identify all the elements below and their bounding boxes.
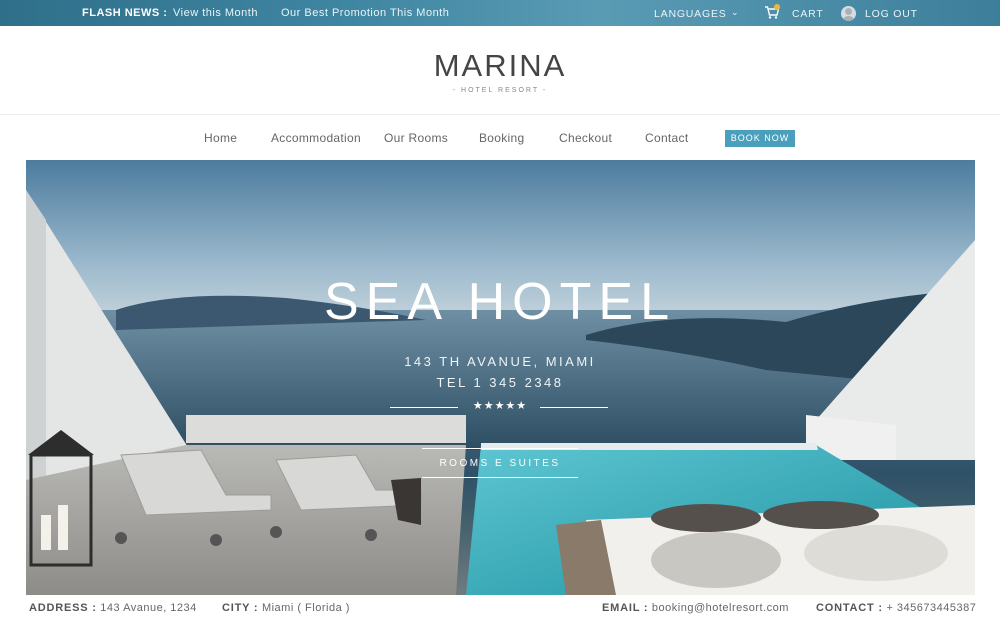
city-label: CITY : <box>222 602 259 614</box>
flash-news-label: FLASH NEWS : <box>82 7 168 19</box>
brand-tagline: - HOTEL RESORT - <box>452 87 548 94</box>
hero-phone: TEL 1 345 2348 <box>436 375 564 390</box>
contact-label: CONTACT : <box>816 602 883 614</box>
hero-title: SEA HOTEL <box>324 273 676 331</box>
hero-banner: SEA HOTEL 143 TH AVANUE, MIAMI TEL 1 345… <box>26 160 975 595</box>
rooms-suites-button[interactable]: ROOMS E SUITES <box>422 448 578 478</box>
nav-booking[interactable]: Booking <box>479 131 524 145</box>
email-info: EMAIL : booking@hotelresort.com <box>602 602 789 614</box>
cart-badge <box>774 4 780 10</box>
email-label: EMAIL : <box>602 602 649 614</box>
view-month-link[interactable]: View this Month <box>173 7 258 19</box>
nav-contact[interactable]: Contact <box>645 131 688 145</box>
address-value: 143 Avanue, 1234 <box>100 602 197 614</box>
hero-address: 143 TH AVANUE, MIAMI <box>404 354 596 369</box>
rating-stars: ★★★★★ <box>472 400 528 412</box>
top-bar: FLASH NEWS : View this Month Our Best Pr… <box>0 0 1000 26</box>
promotion-link[interactable]: Our Best Promotion This Month <box>281 7 449 19</box>
address-info: ADDRESS : 143 Avanue, 1234 <box>29 602 197 614</box>
brand-logo[interactable]: MARINA <box>0 48 1000 84</box>
nav-accommodation[interactable]: Accommodation <box>271 131 361 145</box>
logout-link[interactable]: LOG OUT <box>865 8 918 20</box>
contact-info: CONTACT : + 345673445387 <box>816 602 976 614</box>
nav-our-rooms[interactable]: Our Rooms <box>384 131 448 145</box>
decorative-line-right <box>540 407 608 408</box>
email-value[interactable]: booking@hotelresort.com <box>652 602 789 614</box>
avatar[interactable] <box>841 6 856 21</box>
city-info: CITY : Miami ( Florida ) <box>222 602 350 614</box>
nav-home[interactable]: Home <box>204 131 237 145</box>
header-divider <box>0 114 1000 115</box>
city-value: Miami ( Florida ) <box>261 602 350 614</box>
contact-value[interactable]: + 345673445387 <box>886 602 976 614</box>
book-now-button[interactable]: BOOK NOW <box>725 130 795 147</box>
chevron-down-icon[interactable]: ⌄ <box>731 7 739 18</box>
languages-dropdown[interactable]: LANGUAGES <box>654 8 727 20</box>
nav-checkout[interactable]: Checkout <box>559 131 612 145</box>
cart-link[interactable]: CART <box>792 8 824 20</box>
address-label: ADDRESS : <box>29 602 97 614</box>
